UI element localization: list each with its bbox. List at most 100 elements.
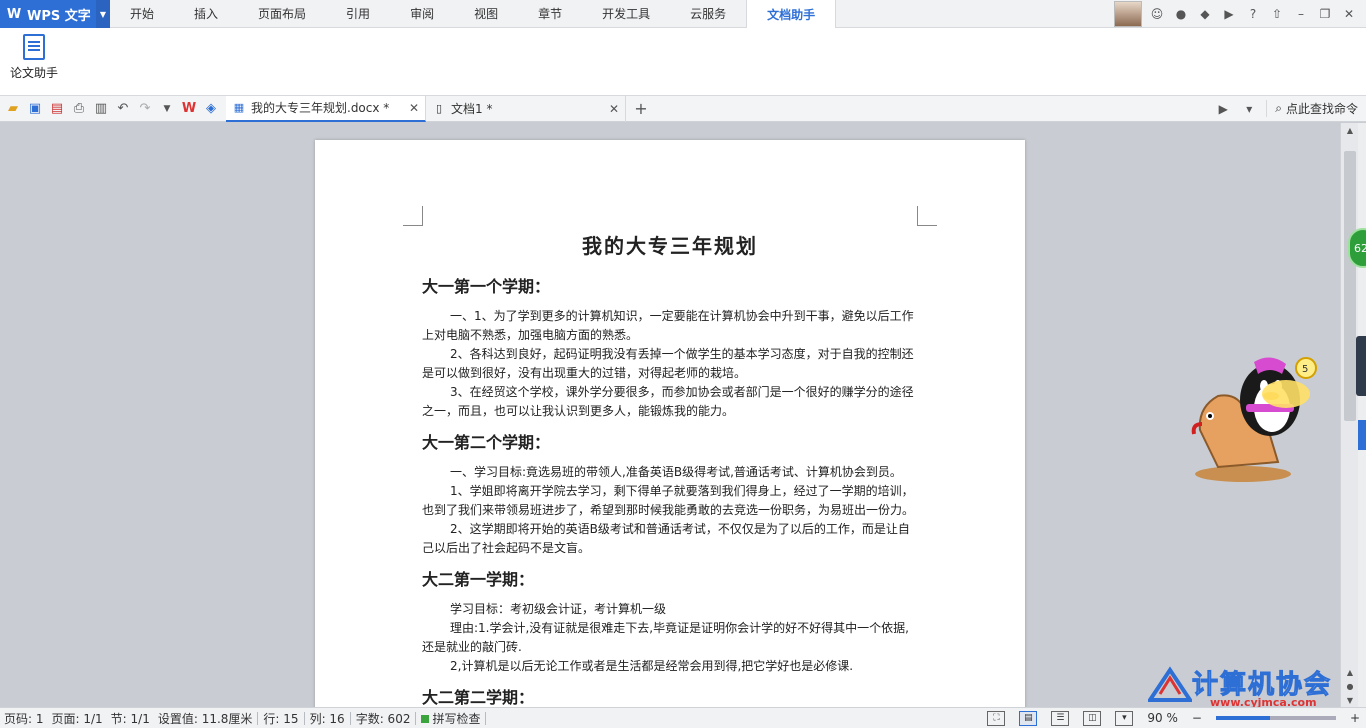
- search-icon: ⌕: [1275, 101, 1282, 115]
- present-icon[interactable]: ▶: [1214, 100, 1232, 118]
- site-watermark: 计算机协会 www.cyjmca.com: [1148, 662, 1354, 709]
- tab-doc-assistant[interactable]: 文档助手: [746, 0, 837, 28]
- zoom-slider-fill: [1215, 716, 1270, 720]
- margin-marker-top-left: [403, 206, 423, 226]
- wps-app-menu-button[interactable]: W WPS 文字 ▼: [0, 0, 110, 28]
- zoom-level[interactable]: 90 %: [1147, 711, 1178, 725]
- tab-review[interactable]: 审阅: [390, 0, 454, 27]
- bookmark-icon[interactable]: ▾: [1240, 100, 1258, 118]
- status-divider: [257, 711, 259, 725]
- quick-access-toolbar: ▰ ▣ ▤ ⎙ ▥ ↶ ↷ ▼ W ◈: [0, 100, 220, 118]
- paragraph: 3、在经贸这个学校，课外学分要很多，而参加协会或者部门是一个很好的赚学分的途径之…: [422, 385, 914, 418]
- section-heading: 大二第一学期：: [422, 570, 535, 589]
- paragraph: 理由:1.学会计,没有证就是很难走下去,毕竟证是证明你会计学的好不好得其中一个依…: [422, 621, 909, 654]
- tab-references[interactable]: 引用: [326, 0, 390, 27]
- chevron-down-icon[interactable]: ▼: [96, 0, 110, 28]
- zoom-in-icon[interactable]: +: [1350, 711, 1360, 725]
- page-view-icon[interactable]: ▤: [1019, 710, 1038, 726]
- paragraph: 2,计算机是以后无论工作或者是生活都是经常会用到得,把它学好也是必修课.: [450, 659, 854, 673]
- section-heading: 大一第二个学期：: [422, 433, 551, 452]
- spell-check-label: 拼写检查: [432, 711, 481, 726]
- status-line[interactable]: 行: 15: [259, 710, 302, 727]
- customize-dropdown-icon[interactable]: ▼: [158, 100, 176, 118]
- side-panel-expand[interactable]: [1358, 420, 1366, 450]
- tab-insert[interactable]: 插入: [174, 0, 238, 27]
- status-bar: 页码: 1 页面: 1/1 节: 1/1 设置值: 11.8厘米 行: 15 列…: [0, 707, 1366, 728]
- command-search-label: 点此查找命令: [1285, 102, 1358, 116]
- zoom-out-icon[interactable]: −: [1192, 711, 1202, 725]
- tab-start[interactable]: 开始: [110, 0, 174, 27]
- tab-view[interactable]: 视图: [454, 0, 518, 27]
- status-section[interactable]: 节: 1/1: [107, 710, 154, 727]
- penguin-mascot-image[interactable]: 5: [1188, 352, 1320, 492]
- spell-check-icon: [421, 715, 430, 723]
- status-setting[interactable]: 设置值: 11.8厘米: [154, 710, 257, 727]
- doc-icon: ▯: [435, 102, 443, 115]
- tab-developer[interactable]: 开发工具: [582, 0, 670, 27]
- collapse-ribbon-icon[interactable]: ⇧: [1268, 5, 1286, 23]
- zoom-slider[interactable]: [1215, 716, 1336, 720]
- skin-icon[interactable]: ☺: [1148, 5, 1166, 23]
- document-page[interactable]: 我的大专三年规划 大一第一个学期： 一、1、为了学到更多的计算机知识，一定要能在…: [315, 140, 1025, 707]
- status-divider: [349, 711, 351, 725]
- side-panel-tab[interactable]: [1356, 336, 1366, 396]
- close-icon[interactable]: ✕: [1340, 5, 1358, 23]
- status-right: ⛶ ▤ ☰ ◫ ▾ 90 % − +: [987, 710, 1366, 726]
- minimize-icon[interactable]: –: [1292, 5, 1310, 23]
- web-view-icon[interactable]: ◫: [1083, 710, 1102, 726]
- new-tab-icon[interactable]: +: [632, 99, 650, 118]
- close-tab-icon[interactable]: ✕: [409, 101, 419, 115]
- sync-icon[interactable]: ▶: [1220, 5, 1238, 23]
- outline-view-icon[interactable]: ☰: [1051, 710, 1070, 726]
- close-tab-icon[interactable]: ✕: [609, 102, 619, 116]
- scroll-up-icon[interactable]: ▲: [1341, 123, 1359, 137]
- wps-writer-window: W WPS 文字 ▼ 开始 插入 页面布局 引用 审阅 视图 章节 开发工具 云…: [0, 0, 1366, 728]
- status-word-count[interactable]: 字数: 602: [352, 710, 415, 727]
- open-folder-icon[interactable]: ▰: [4, 100, 22, 118]
- share-icon[interactable]: ◆: [1196, 5, 1214, 23]
- export-pdf-icon[interactable]: ▤: [48, 100, 66, 118]
- status-page-number[interactable]: 页码: 1: [0, 710, 48, 727]
- svg-text:5: 5: [1302, 364, 1308, 375]
- status-divider: [303, 711, 305, 725]
- vertical-scrollbar[interactable]: ▲ ▲ ● ▼: [1340, 123, 1358, 707]
- paragraph: 2、各科达到良好，起码证明我没有丢掉一个做学生的基本学习态度，对于自我的控制还是…: [422, 347, 914, 380]
- document-workarea[interactable]: 我的大专三年规划 大一第一个学期： 一、1、为了学到更多的计算机知识，一定要能在…: [0, 123, 1340, 707]
- watermark-logo-icon: [1148, 666, 1192, 702]
- cube-icon[interactable]: ◈: [202, 100, 220, 118]
- paragraph: 2、这学期即将开始的英语B级考试和普通话考试，不仅仅是为了以后的工作，而是让自己…: [422, 522, 910, 555]
- speed-ball-badge[interactable]: 62: [1348, 228, 1366, 268]
- print-icon[interactable]: ⎙: [70, 100, 88, 118]
- spell-check-toggle[interactable]: 拼写检查: [417, 710, 484, 727]
- undo-icon[interactable]: ↶: [114, 100, 132, 118]
- doc-tab-doc1[interactable]: ▯ 文档1 * ✕: [426, 95, 626, 122]
- scroll-thumb[interactable]: [1344, 151, 1356, 421]
- wps-home-icon[interactable]: W: [180, 100, 198, 118]
- document-content[interactable]: 我的大专三年规划 大一第一个学期： 一、1、为了学到更多的计算机知识，一定要能在…: [422, 230, 918, 707]
- avatar[interactable]: [1114, 0, 1142, 27]
- tab-cloud[interactable]: 云服务: [670, 0, 746, 27]
- paragraph: 1、学姐即将离开学院去学习，剩下得单子就要落到我们得身上，经过了一学期的培训，也…: [422, 484, 915, 517]
- section-heading: 大二第二学期：: [422, 688, 535, 707]
- tab-page-layout[interactable]: 页面布局: [238, 0, 326, 27]
- tab-chapter[interactable]: 章节: [518, 0, 582, 27]
- account-icon[interactable]: ●: [1172, 5, 1190, 23]
- fullscreen-view-icon[interactable]: ⛶: [987, 710, 1006, 726]
- save-icon[interactable]: ▣: [26, 100, 44, 118]
- redo-icon[interactable]: ↷: [136, 100, 154, 118]
- print-preview-icon[interactable]: ▥: [92, 100, 110, 118]
- section-heading: 大一第一个学期：: [422, 277, 551, 296]
- paper-assistant-button[interactable]: 论文助手: [6, 34, 62, 86]
- help-icon[interactable]: ?: [1244, 5, 1262, 23]
- paper-assistant-label: 论文助手: [9, 66, 58, 80]
- doc-tab-title: 文档1 *: [451, 102, 493, 116]
- restore-icon[interactable]: ❐: [1316, 5, 1334, 23]
- status-page[interactable]: 页面: 1/1: [48, 710, 107, 727]
- title-right-icons: ☺ ● ◆ ▶ ? ⇧ – ❐ ✕: [1114, 0, 1366, 27]
- app-label: WPS 文字: [27, 8, 91, 24]
- ribbon: 论文助手: [0, 28, 1366, 96]
- status-column[interactable]: 列: 16: [306, 710, 349, 727]
- protect-view-icon[interactable]: ▾: [1115, 710, 1134, 726]
- command-search[interactable]: ⌕ 点此查找命令: [1266, 100, 1358, 117]
- doc-tab-plan[interactable]: ▦ 我的大专三年规划.docx * ✕: [226, 95, 426, 122]
